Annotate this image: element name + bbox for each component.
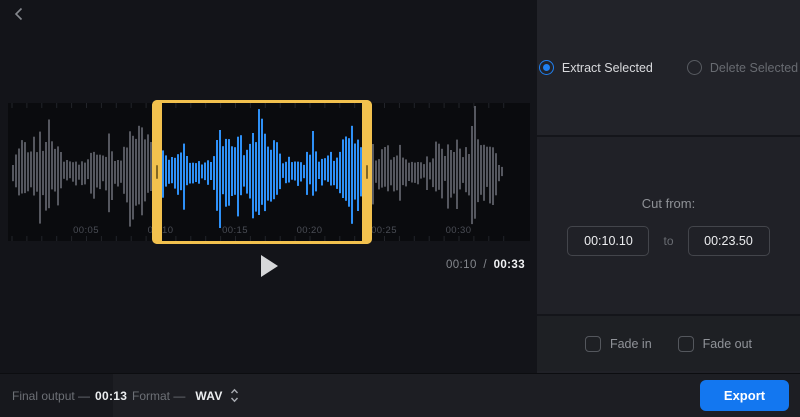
to-label: to: [663, 233, 674, 248]
final-output-label: Final output —: [12, 388, 91, 403]
final-output-info: Final output — 00:13: [0, 374, 127, 417]
up-down-chevrons-icon: [230, 388, 238, 403]
radio-unchecked-icon: [686, 60, 702, 75]
editor-area: 00:0500:1000:1500:2000:2500:30 00:10 / 0…: [0, 0, 537, 373]
play-icon: [260, 255, 278, 277]
radio-checked-icon: [538, 60, 554, 75]
format-dropdown[interactable]: WAV: [195, 388, 238, 403]
time-separator: /: [483, 259, 487, 271]
checkbox-unchecked-icon: [677, 335, 694, 352]
fade-out-checkbox[interactable]: Fade out: [677, 335, 753, 352]
cut-range-row: to: [567, 225, 770, 256]
fade-section: Fade in Fade out: [537, 316, 800, 371]
checkbox-unchecked-icon: [584, 335, 601, 352]
fade-out-label: Fade out: [702, 336, 753, 351]
format-value: WAV: [195, 388, 223, 403]
time-label: 00:30: [445, 225, 472, 236]
cut-end-input[interactable]: [687, 225, 770, 256]
cut-start-input[interactable]: [567, 225, 650, 256]
fade-in-label: Fade in: [609, 336, 652, 351]
fade-in-checkbox[interactable]: Fade in: [584, 335, 652, 352]
cut-section: Cut from: to: [537, 137, 800, 316]
extract-selected-label: Extract Selected: [561, 60, 653, 75]
mode-section: Extract Selected Delete Selected: [537, 0, 800, 137]
grip-icon: [365, 165, 368, 179]
selection-left-handle[interactable]: [151, 100, 162, 244]
footer-bar: Final output — 00:13 Format — WAV Export: [0, 373, 800, 417]
playback-time: 00:10 / 00:33: [443, 259, 525, 271]
current-time: 00:10: [445, 259, 477, 271]
time-label: 00:25: [371, 225, 397, 236]
cut-from-label: Cut from:: [641, 195, 696, 211]
selection-right-handle[interactable]: [361, 100, 372, 244]
grip-icon: [155, 165, 158, 179]
play-button[interactable]: [251, 250, 283, 282]
extract-selected-radio[interactable]: Extract Selected: [538, 60, 653, 75]
delete-selected-radio[interactable]: Delete Selected: [686, 60, 799, 75]
selection-region[interactable]: [151, 100, 372, 244]
back-button[interactable]: [8, 4, 28, 24]
total-time: 00:33: [493, 259, 525, 271]
settings-panel: Extract Selected Delete Selected Cut fro…: [537, 0, 800, 373]
audio-cutter-app: 00:0500:1000:1500:2000:2500:30 00:10 / 0…: [0, 0, 800, 417]
format-selector-block: Format — WAV: [113, 374, 239, 417]
time-label: 00:05: [73, 225, 99, 236]
export-button[interactable]: Export: [700, 380, 789, 411]
chevron-left-icon: [14, 7, 22, 21]
format-label: Format —: [132, 388, 186, 403]
delete-selected-label: Delete Selected: [709, 60, 799, 75]
